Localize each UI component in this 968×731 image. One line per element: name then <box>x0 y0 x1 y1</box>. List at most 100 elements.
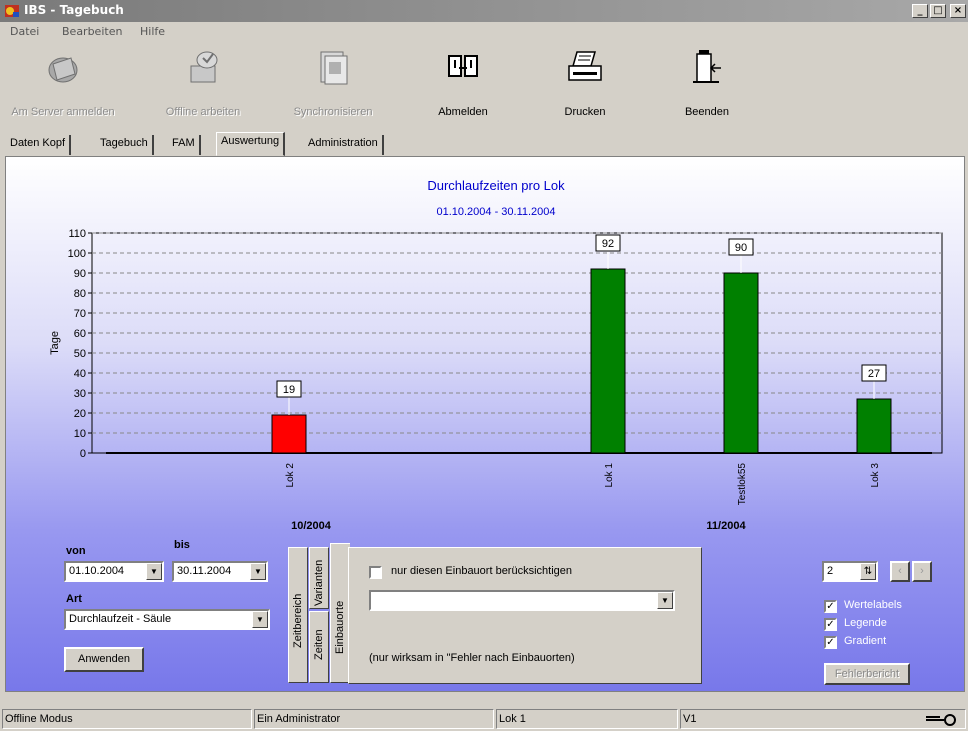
synchronize-label: Synchronisieren <box>293 106 373 118</box>
menu-datei[interactable]: Datei <box>10 25 39 38</box>
von-date-picker[interactable]: 01.10.2004 ▼ <box>64 561 164 582</box>
status-user: Ein Administrator <box>254 709 494 729</box>
tab-tagebuch[interactable]: Tagebuch <box>96 135 154 155</box>
tab-varianten[interactable]: Varianten <box>309 547 329 609</box>
menu-bearbeiten[interactable]: Bearbeiten <box>62 25 122 38</box>
value-label: 92 <box>602 238 614 250</box>
tab-fam[interactable]: FAM <box>168 135 201 155</box>
chevron-down-icon[interactable]: ▼ <box>252 611 268 628</box>
y-tick-label: 80 <box>74 288 86 300</box>
bis-date-picker[interactable]: 30.11.2004 ▼ <box>172 561 268 582</box>
menu-bar: Datei Bearbeiten Hilfe <box>0 22 968 42</box>
x-tick-label: Lok 3 <box>870 463 881 488</box>
printer-icon <box>568 51 602 81</box>
spin-arrows-icon[interactable]: ⇅ <box>860 563 876 580</box>
server-login-label: Am Server anmelden <box>11 106 115 118</box>
tab-zeitbereich[interactable]: Zeitbereich <box>288 547 308 683</box>
fehlerbericht-button[interactable]: Fehlerbericht <box>824 663 910 685</box>
von-label: von <box>66 545 86 557</box>
settings-area: von bis 01.10.2004 ▼ 30.11.2004 ▼ Art Du… <box>6 537 966 693</box>
y-tick-label: 90 <box>74 268 86 280</box>
y-tick-label: 100 <box>68 248 86 260</box>
x-tick-label: Lok 1 <box>604 463 615 488</box>
plot-area <box>91 232 943 454</box>
print-button[interactable]: Drucken <box>530 44 640 128</box>
gradient-label: Gradient <box>844 635 887 647</box>
tab-administration[interactable]: Administration <box>304 135 384 155</box>
chevron-down-icon[interactable]: ▼ <box>146 563 162 580</box>
offline-work-button[interactable]: Offline arbeiten <box>148 44 258 128</box>
window-title: IBS - Tagebuch <box>24 3 124 17</box>
einbauort-note: (nur wirksam in "Fehler nach Einbauorten… <box>369 652 575 664</box>
y-tick-label: 20 <box>74 408 86 420</box>
logout-icon <box>448 55 478 77</box>
status-mode: Offline Modus <box>2 709 252 729</box>
wertelabels-label: Wertelabels <box>844 599 902 611</box>
options-panel: Zeitbereich Zeiten Varianten Einbauorte … <box>288 543 702 684</box>
y-tick-label: 110 <box>68 228 86 240</box>
y-tick-label: 50 <box>74 348 86 360</box>
status-lok: Lok 1 <box>496 709 678 729</box>
chart-title: Durchlaufzeiten pro Lok <box>427 178 565 193</box>
maximize-button[interactable]: □ <box>930 4 946 18</box>
einbauort-select[interactable]: ▼ <box>369 590 675 611</box>
value-label: 27 <box>868 368 880 380</box>
print-label: Drucken <box>564 106 606 118</box>
logout-button[interactable]: Abmelden <box>408 44 518 128</box>
synchronize-icon <box>320 51 348 85</box>
value-label: 90 <box>735 242 747 254</box>
legende-checkbox[interactable]: ✓ <box>824 618 837 631</box>
art-select[interactable]: Durchlaufzeit - Säule ▼ <box>64 609 270 630</box>
tab-zeiten[interactable]: Zeiten <box>309 611 329 683</box>
page-spinner[interactable]: 2 ⇅ <box>822 561 878 582</box>
art-value: Durchlaufzeit - Säule <box>69 613 172 625</box>
prev-button[interactable]: ‹ <box>890 561 910 582</box>
auswertung-panel: Durchlaufzeiten pro Lok 01.10.2004 - 30.1… <box>5 156 965 692</box>
einbauort-checkbox-label: nur diesen Einbauort berücksichtigen <box>391 565 573 577</box>
offline-work-label: Offline arbeiten <box>165 106 241 118</box>
apply-button[interactable]: Anwenden <box>64 647 144 672</box>
tab-strip: Daten Kopf Tagebuch FAM Auswertung Admin… <box>0 131 968 156</box>
chart-subtitle: 01.10.2004 - 30.11.2004 <box>436 206 555 218</box>
einbauort-checkbox[interactable] <box>369 566 382 579</box>
bis-label: bis <box>174 539 190 551</box>
key-icon <box>926 714 956 726</box>
einbauorte-panel: nur diesen Einbauort berücksichtigen ▼ (… <box>348 547 702 684</box>
page-spinner-value: 2 <box>827 565 834 577</box>
bar <box>856 398 892 454</box>
tab-auswertung[interactable]: Auswertung <box>216 132 286 156</box>
x-tick-label: Testlok55 <box>737 463 748 506</box>
group-label: 11/2004 <box>706 520 746 532</box>
y-tick-label: 10 <box>74 428 86 440</box>
close-button[interactable]: × <box>950 4 966 18</box>
art-label: Art <box>66 593 82 605</box>
x-tick-label: Lok 2 <box>285 463 296 488</box>
bar <box>271 414 307 454</box>
y-tick-label: 30 <box>74 388 86 400</box>
bis-date-value: 30.11.2004 <box>177 565 232 577</box>
group-label: 10/2004 <box>291 520 332 532</box>
minimize-button[interactable]: _ <box>912 4 928 18</box>
wertelabels-checkbox[interactable]: ✓ <box>824 600 837 613</box>
menu-hilfe[interactable]: Hilfe <box>140 25 165 38</box>
chevron-down-icon[interactable]: ▼ <box>657 592 673 609</box>
y-tick-label: 40 <box>74 368 86 380</box>
next-button[interactable]: › <box>912 561 932 582</box>
chevron-down-icon[interactable]: ▼ <box>250 563 266 580</box>
exit-label: Beenden <box>684 106 730 118</box>
tab-einbauorte[interactable]: Einbauorte <box>330 543 350 683</box>
von-date-value: 01.10.2004 <box>69 565 125 577</box>
synchronize-button[interactable]: Synchronisieren <box>278 44 388 128</box>
toolbar: Am Server anmelden Offline arbeiten Sync… <box>0 42 968 130</box>
legende-label: Legende <box>844 617 887 629</box>
y-axis-label: Tage <box>49 331 61 355</box>
y-tick-label: 70 <box>74 308 86 320</box>
gradient-checkbox[interactable]: ✓ <box>824 636 837 649</box>
tab-daten-kopf[interactable]: Daten Kopf <box>6 135 72 155</box>
exit-button[interactable]: Beenden <box>652 44 762 128</box>
offline-work-icon <box>190 51 218 83</box>
bar <box>723 272 759 454</box>
server-login-button[interactable]: Am Server anmelden <box>8 44 118 128</box>
status-bar: Offline Modus Ein Administrator Lok 1 V1 <box>0 707 968 731</box>
value-label: 19 <box>283 384 295 396</box>
